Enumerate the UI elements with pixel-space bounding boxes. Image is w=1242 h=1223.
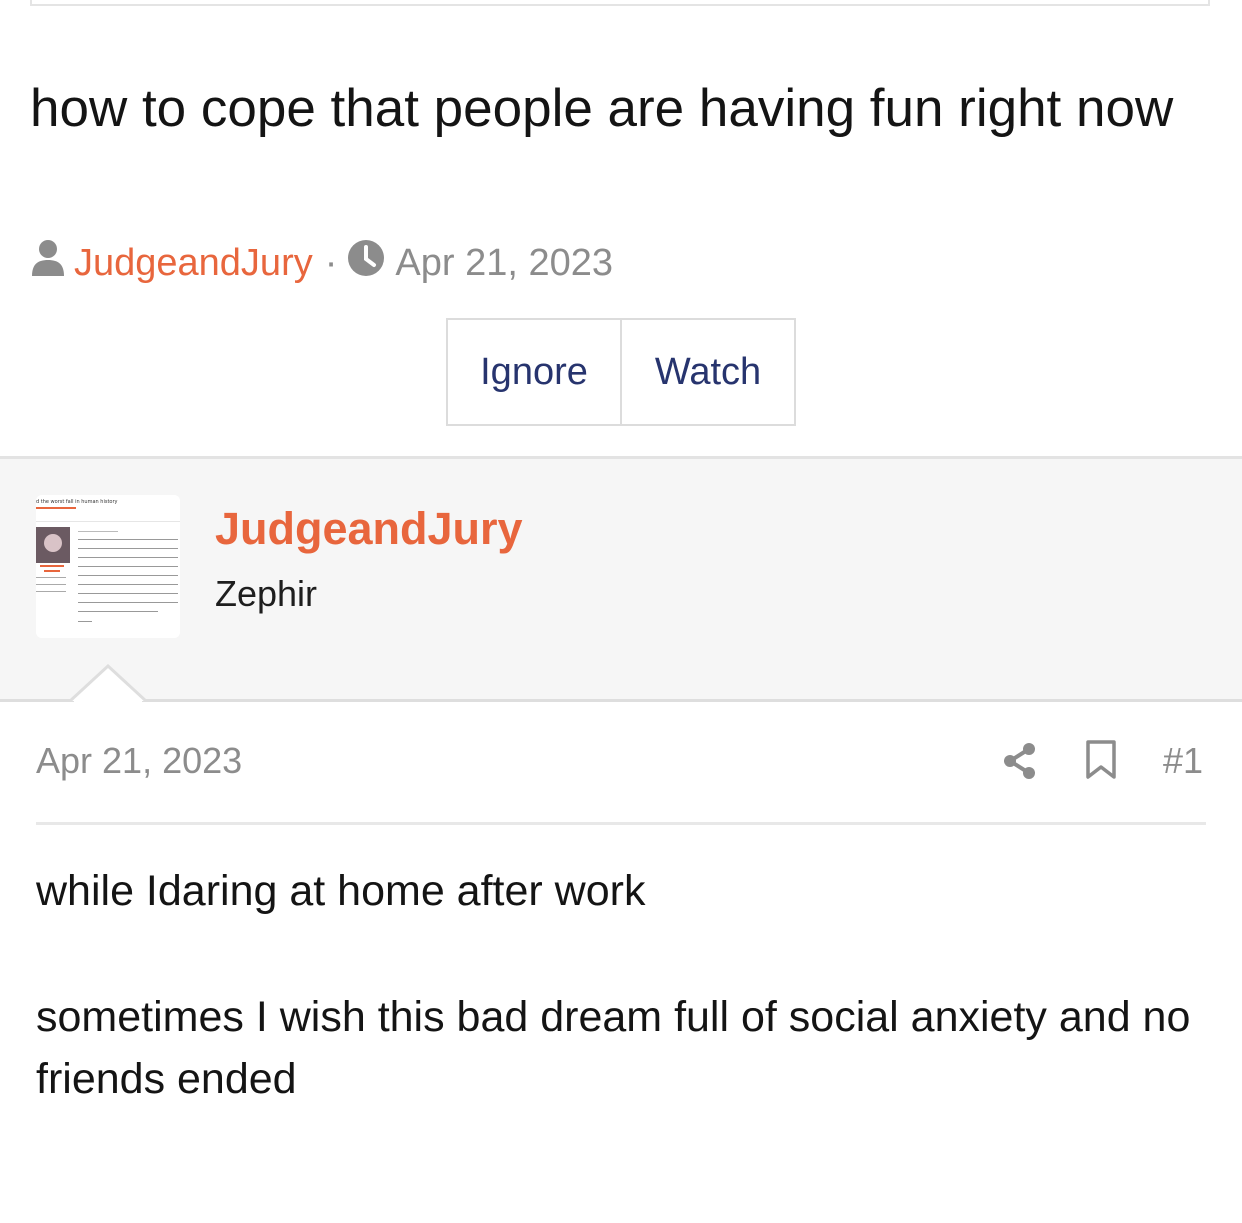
bookmark-icon[interactable] bbox=[1085, 740, 1117, 785]
user-icon bbox=[30, 238, 66, 288]
thread-meta: JudgeandJury · Apr 21, 2023 bbox=[30, 238, 613, 288]
clock-icon bbox=[347, 239, 385, 287]
post-number-link[interactable]: #1 bbox=[1163, 740, 1203, 782]
thread-date-link[interactable]: Apr 21, 2023 bbox=[395, 242, 613, 285]
speech-arrow-icon bbox=[70, 664, 146, 704]
thread-title: how to cope that people are having fun r… bbox=[30, 79, 1174, 138]
post-body: while Idaring at home after work sometim… bbox=[36, 860, 1216, 1174]
post-date-link[interactable]: Apr 21, 2023 bbox=[36, 740, 242, 782]
thread-action-buttons: Ignore Watch bbox=[446, 318, 796, 426]
share-icon[interactable] bbox=[1002, 742, 1038, 785]
watch-button[interactable]: Watch bbox=[622, 320, 794, 424]
user-title: Zephir bbox=[215, 573, 318, 614]
previous-block-border bbox=[30, 0, 1210, 6]
post-paragraph: while Idaring at home after work bbox=[36, 867, 646, 915]
post-paragraph: sometimes I wish this bad dream full of … bbox=[36, 993, 1191, 1103]
ignore-button[interactable]: Ignore bbox=[448, 320, 622, 424]
thread-author-link[interactable]: JudgeandJury bbox=[74, 242, 313, 285]
post-username-link[interactable]: JudgeandJury bbox=[215, 503, 523, 555]
avatar[interactable]: d the worst fall in human history bbox=[36, 495, 180, 638]
meta-separator: · bbox=[324, 241, 338, 284]
post-divider bbox=[36, 822, 1206, 825]
avatar-lettering: d the worst fall in human history bbox=[36, 499, 118, 505]
post-user-header: d the worst fall in human history Judgea… bbox=[0, 459, 1242, 699]
user-header-divider bbox=[0, 699, 1242, 702]
